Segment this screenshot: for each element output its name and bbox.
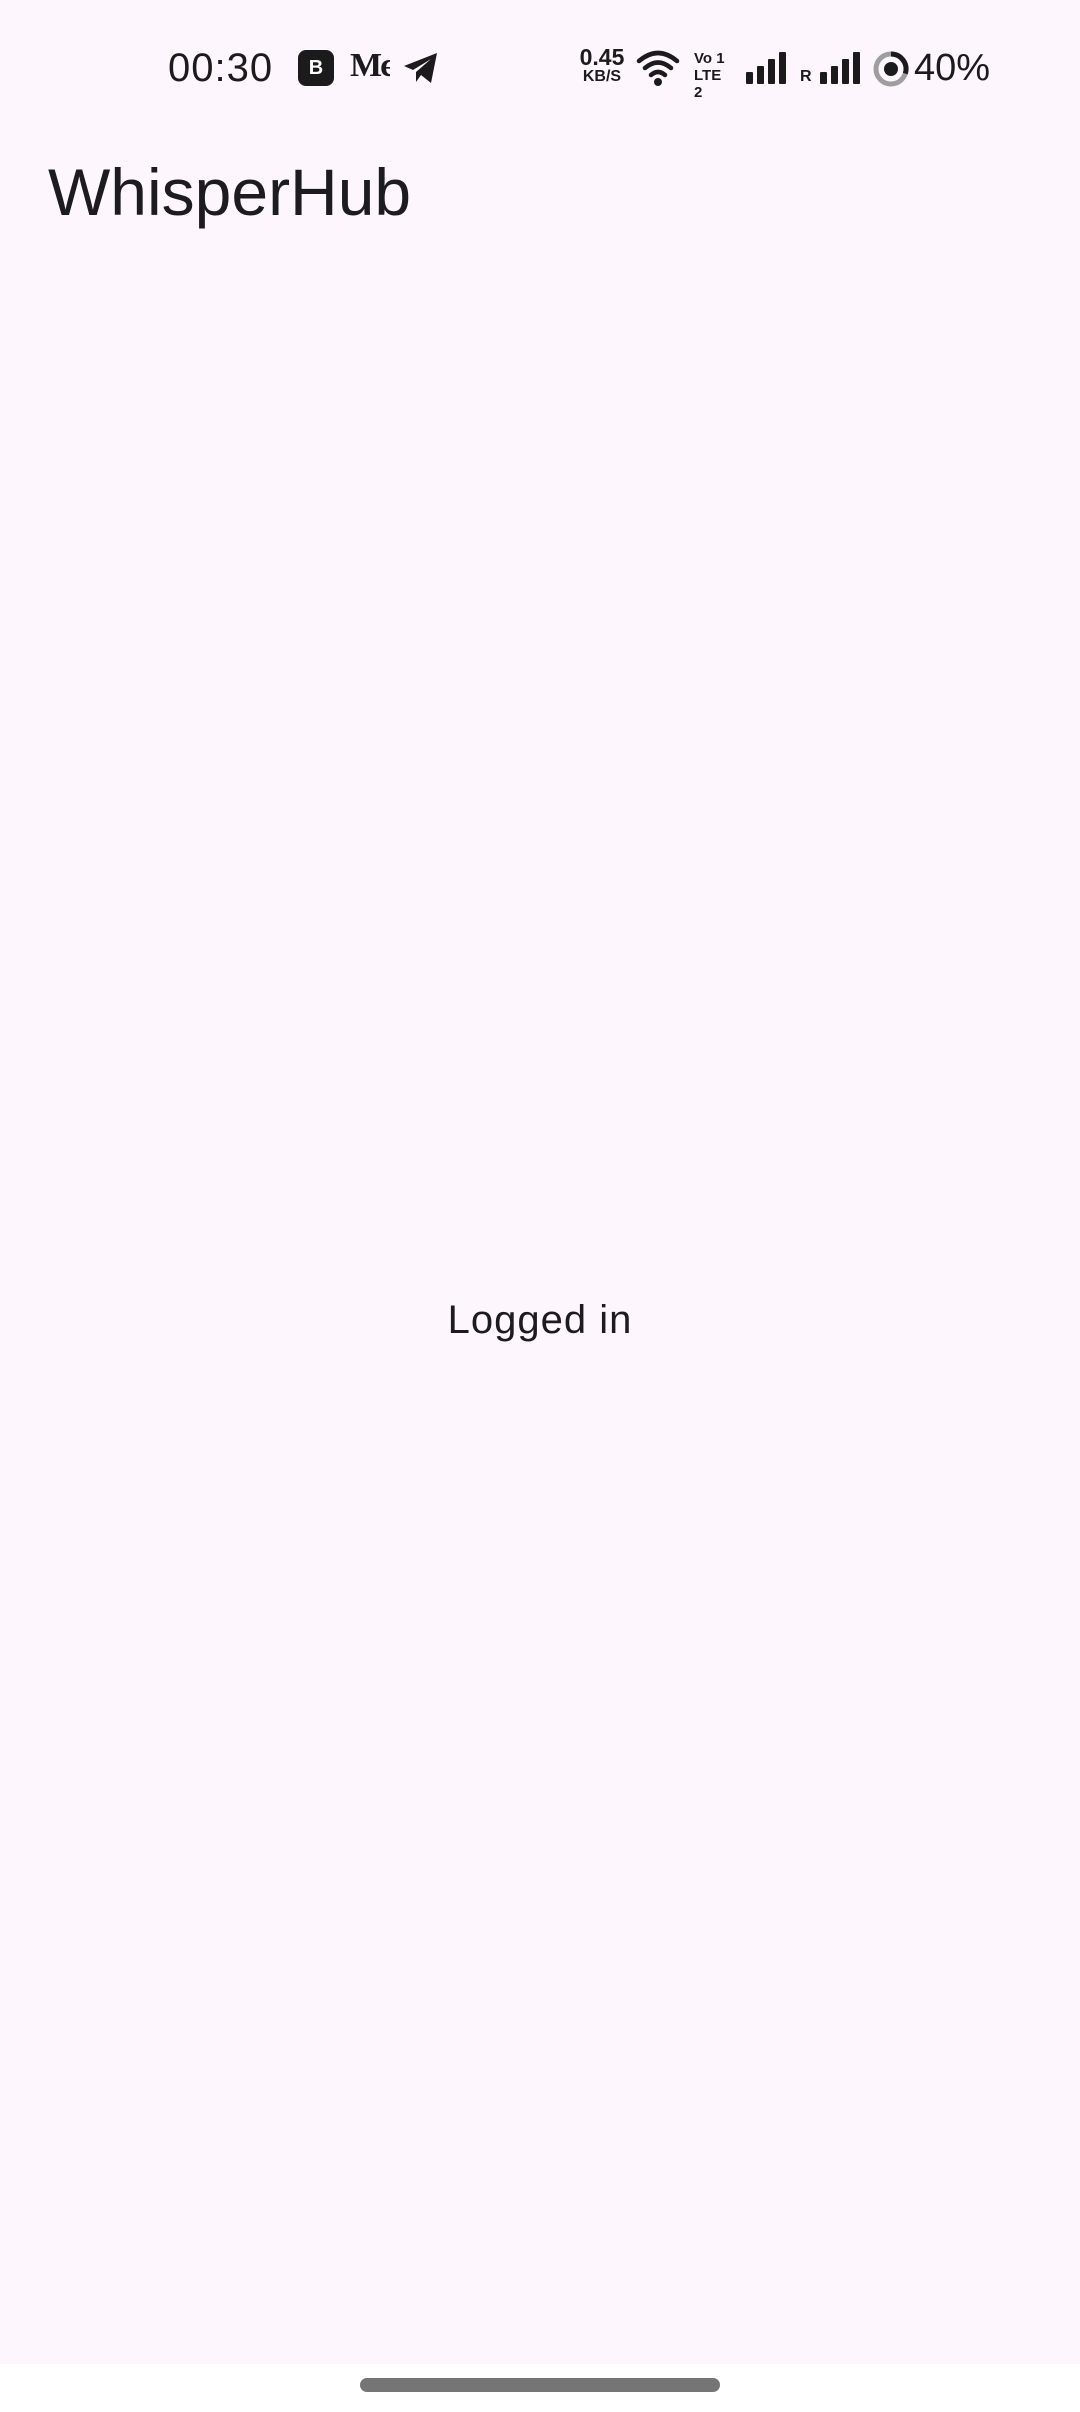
volte-line-1: Vo 1 [694,50,725,67]
network-speed: 0.45 KB/S [576,46,628,86]
battery-percent: 40% [914,47,991,89]
main-content: Logged in [0,248,1080,2364]
gesture-nav-area [0,2364,1080,2412]
b-app-icon: B [298,50,334,86]
battery-icon [872,50,910,88]
status-time: 00:30 [168,46,274,90]
signal-strength-icon-2 [818,50,864,86]
medium-icon: Mє [350,47,390,84]
roaming-indicator: R [800,68,812,85]
status-bar: 00:30 B Mє 0.45 KB/S Vo 1 LTE 2 R 40% [0,0,1080,136]
login-status-text: Logged in [447,1298,633,1342]
app-bar: WhisperHub [0,136,1080,248]
telegram-icon [402,50,440,86]
signal-strength-icon [744,50,790,86]
volte-indicator: Vo 1 LTE 2 [694,50,732,101]
wifi-icon [636,48,680,88]
app-title: WhisperHub [48,155,412,229]
network-speed-value: 0.45 [579,44,625,70]
volte-line-2: LTE 2 [694,67,722,101]
gesture-handle[interactable] [360,2378,720,2392]
network-speed-unit: KB/S [582,68,622,85]
